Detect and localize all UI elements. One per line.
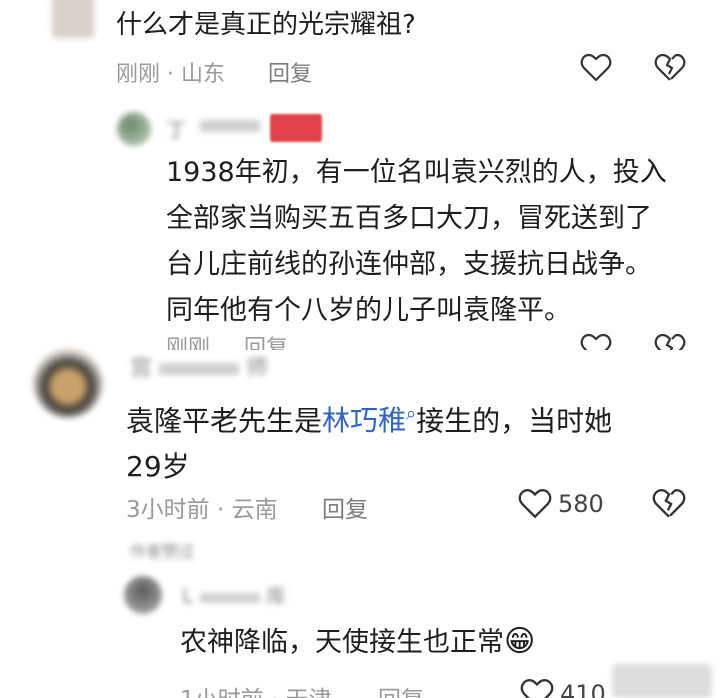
comment-location: 天津 xyxy=(286,687,332,698)
comment-meta: 1小时前 · 天津 xyxy=(180,680,332,698)
heart-icon[interactable] xyxy=(520,678,554,698)
clip-region: 1小时前 · 天津 回复 410 xyxy=(0,0,720,698)
reply-button[interactable]: 回复 xyxy=(378,680,424,698)
comment-time: 1小时前 xyxy=(180,687,264,698)
watermark xyxy=(612,664,712,698)
like-count: 410 xyxy=(560,680,606,698)
